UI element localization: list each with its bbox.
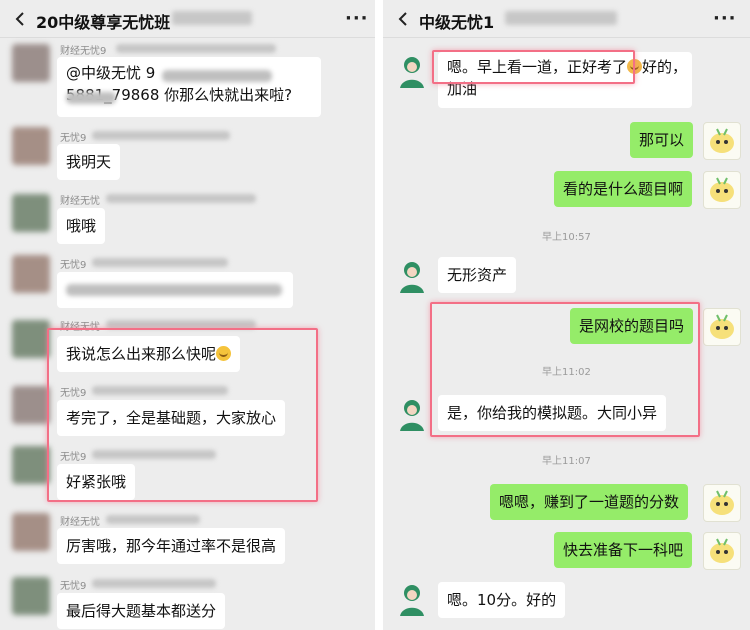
more-icon[interactable]: ··· — [345, 8, 369, 29]
avatar[interactable] — [393, 257, 431, 295]
chat-header: 中级无忧1 ··· — [383, 0, 750, 38]
timestamp: 早上11:07 — [542, 456, 591, 467]
chat-title: 中级无忧1 — [419, 13, 495, 32]
redacted-name — [116, 44, 276, 53]
avatar[interactable] — [12, 446, 50, 484]
timestamp: 早上10:57 — [542, 232, 591, 243]
redacted-title-suffix — [505, 11, 617, 25]
avatar[interactable] — [12, 194, 50, 232]
avatar[interactable] — [703, 171, 741, 209]
message-bubble[interactable]: 哦哦 — [57, 208, 106, 244]
message-bubble-sent[interactable]: 那可以 — [630, 122, 694, 158]
message-bubble[interactable]: @中级无忧 9 5881_79868 你那么快就出来啦? — [57, 57, 321, 117]
message-bubble-sent[interactable]: 快去准备下一科吧 — [554, 532, 693, 568]
highlight-box — [47, 328, 318, 502]
more-icon[interactable]: ··· — [713, 8, 737, 29]
message-bubble[interactable]: 最后得大题基本都送分 — [57, 593, 226, 629]
chat-title: 20中级尊享无忧班 — [36, 13, 171, 32]
message-bubble-sent[interactable]: 嗯嗯，赚到了一道题的分数 — [490, 484, 689, 520]
avatar[interactable] — [12, 127, 50, 165]
avatar[interactable] — [703, 532, 741, 570]
sender-name: 无忧9 — [60, 133, 87, 144]
highlight-box — [430, 302, 700, 437]
redacted-title-suffix — [172, 11, 252, 25]
avatar[interactable] — [393, 395, 431, 433]
redacted-name — [92, 579, 216, 588]
message-bubble[interactable]: 我明天 — [57, 144, 121, 180]
message-bubble[interactable]: 嗯。10分。好的 — [438, 582, 566, 618]
sender-name: 无忧9 — [60, 581, 87, 592]
redacted-text — [162, 70, 272, 82]
right-chat-panel: 中级无忧1 ··· 嗯。早上看一道，正好考了 好的， 加油 那可以 看的是什么题目… — [383, 0, 750, 630]
avatar[interactable] — [703, 308, 741, 346]
chat-header: 20中级尊享无忧班 ··· — [0, 0, 375, 38]
back-icon[interactable] — [395, 11, 411, 27]
message-bubble-sent[interactable]: 看的是什么题目啊 — [554, 171, 693, 207]
redacted-name — [106, 515, 200, 524]
redacted-text — [66, 92, 116, 104]
sender-name: 无忧9 — [60, 260, 87, 271]
sender-name: 财经无忧 — [60, 517, 100, 528]
avatar[interactable] — [393, 52, 431, 90]
message-bubble[interactable]: 厉害哦，那今年通过率不是很高 — [57, 528, 286, 564]
avatar[interactable] — [393, 580, 431, 618]
redacted-name — [92, 258, 228, 267]
avatar[interactable] — [12, 513, 50, 551]
redacted-name — [106, 194, 256, 203]
sender-name: 财经无忧9 — [60, 46, 107, 57]
left-chat-panel: 20中级尊享无忧班 ··· 财经无忧9 @中级无忧 9 5881_79868 你… — [0, 0, 375, 630]
avatar[interactable] — [12, 386, 50, 424]
avatar[interactable] — [703, 122, 741, 160]
message-bubble[interactable]: 无形资产 — [438, 257, 517, 293]
highlight-box — [432, 50, 635, 84]
redacted-text — [66, 284, 282, 296]
avatar[interactable] — [703, 484, 741, 522]
avatar[interactable] — [12, 577, 50, 615]
avatar[interactable] — [12, 320, 50, 358]
back-icon[interactable] — [12, 11, 28, 27]
redacted-name — [92, 131, 230, 140]
sender-name: 财经无忧 — [60, 196, 100, 207]
avatar[interactable] — [12, 255, 50, 293]
avatar[interactable] — [12, 44, 50, 82]
